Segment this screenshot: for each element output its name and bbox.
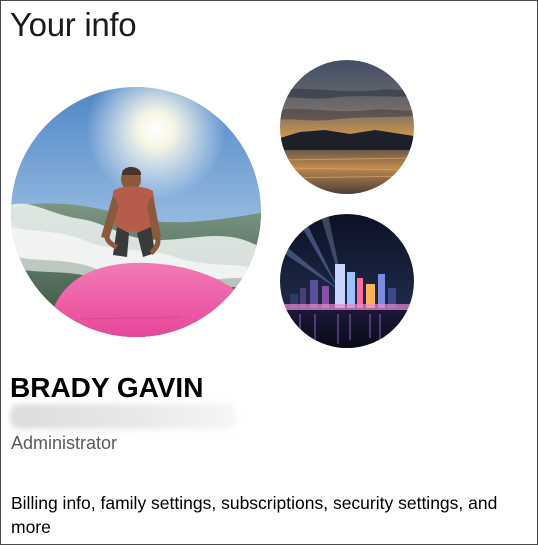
user-email-redacted	[10, 404, 236, 429]
user-name: BRADY GAVIN	[10, 372, 204, 403]
previous-picture-lake-sunset[interactable]	[280, 60, 414, 194]
your-info-panel: Your info BRADY GAVIN Administrator Bill…	[0, 0, 538, 545]
lake-sunset-photo	[280, 60, 414, 194]
previous-picture-city-night[interactable]	[280, 214, 414, 348]
city-night-photo	[280, 214, 414, 348]
current-profile-picture	[11, 87, 261, 337]
account-settings-link[interactable]: Billing info, family settings, subscript…	[11, 491, 531, 539]
user-role: Administrator	[11, 433, 118, 453]
page-title: Your info	[10, 6, 137, 43]
surfer-photo	[11, 87, 261, 337]
